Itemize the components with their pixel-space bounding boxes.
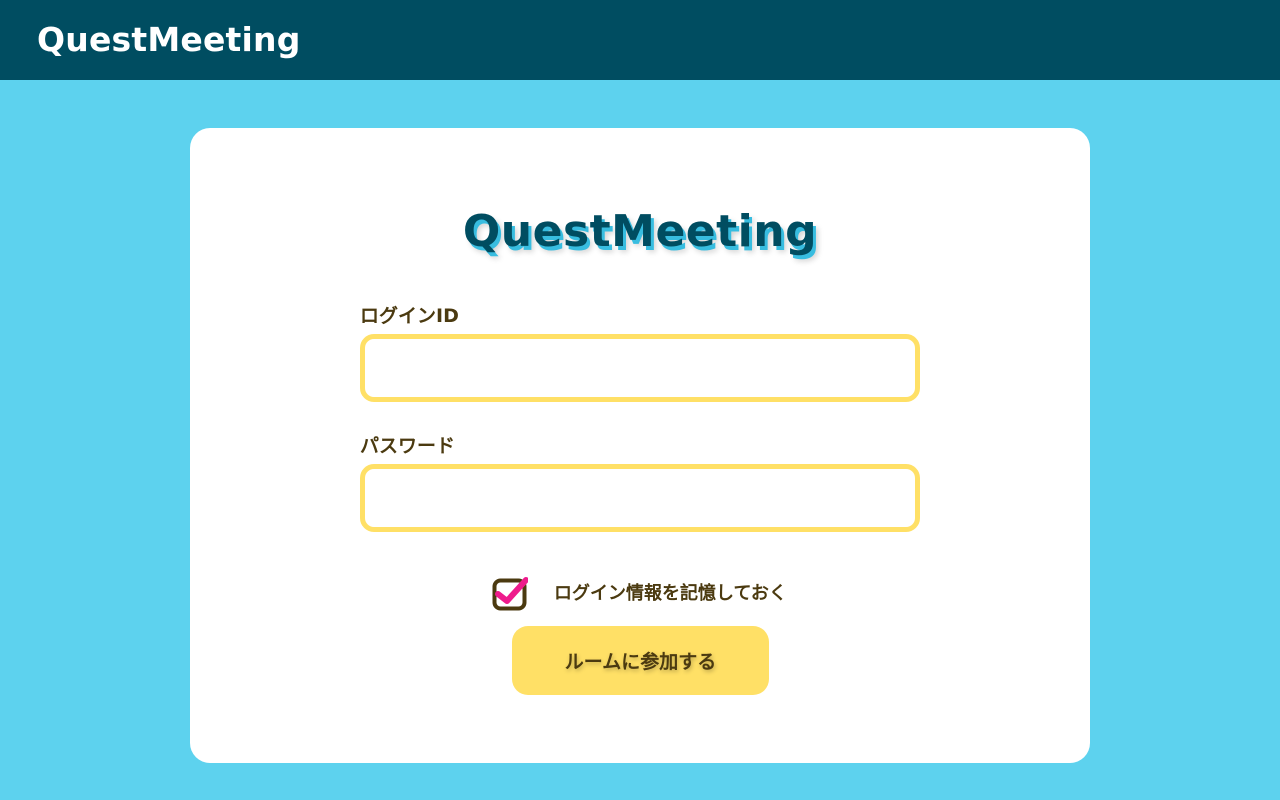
remember-login-checkbox[interactable]	[492, 576, 528, 612]
password-label: パスワード	[360, 435, 456, 457]
login-logo: QuestMeeting	[462, 206, 818, 257]
top-bar: QuestMeeting	[0, 0, 1280, 80]
remember-login-label: ログイン情報を記憶しておく	[554, 583, 787, 604]
join-room-button[interactable]: ルームに参加する	[512, 626, 769, 695]
header-brand: QuestMeeting	[37, 20, 301, 59]
password-input[interactable]	[360, 464, 920, 532]
login-id-label: ログインID	[360, 305, 459, 327]
login-id-input[interactable]	[360, 334, 920, 402]
